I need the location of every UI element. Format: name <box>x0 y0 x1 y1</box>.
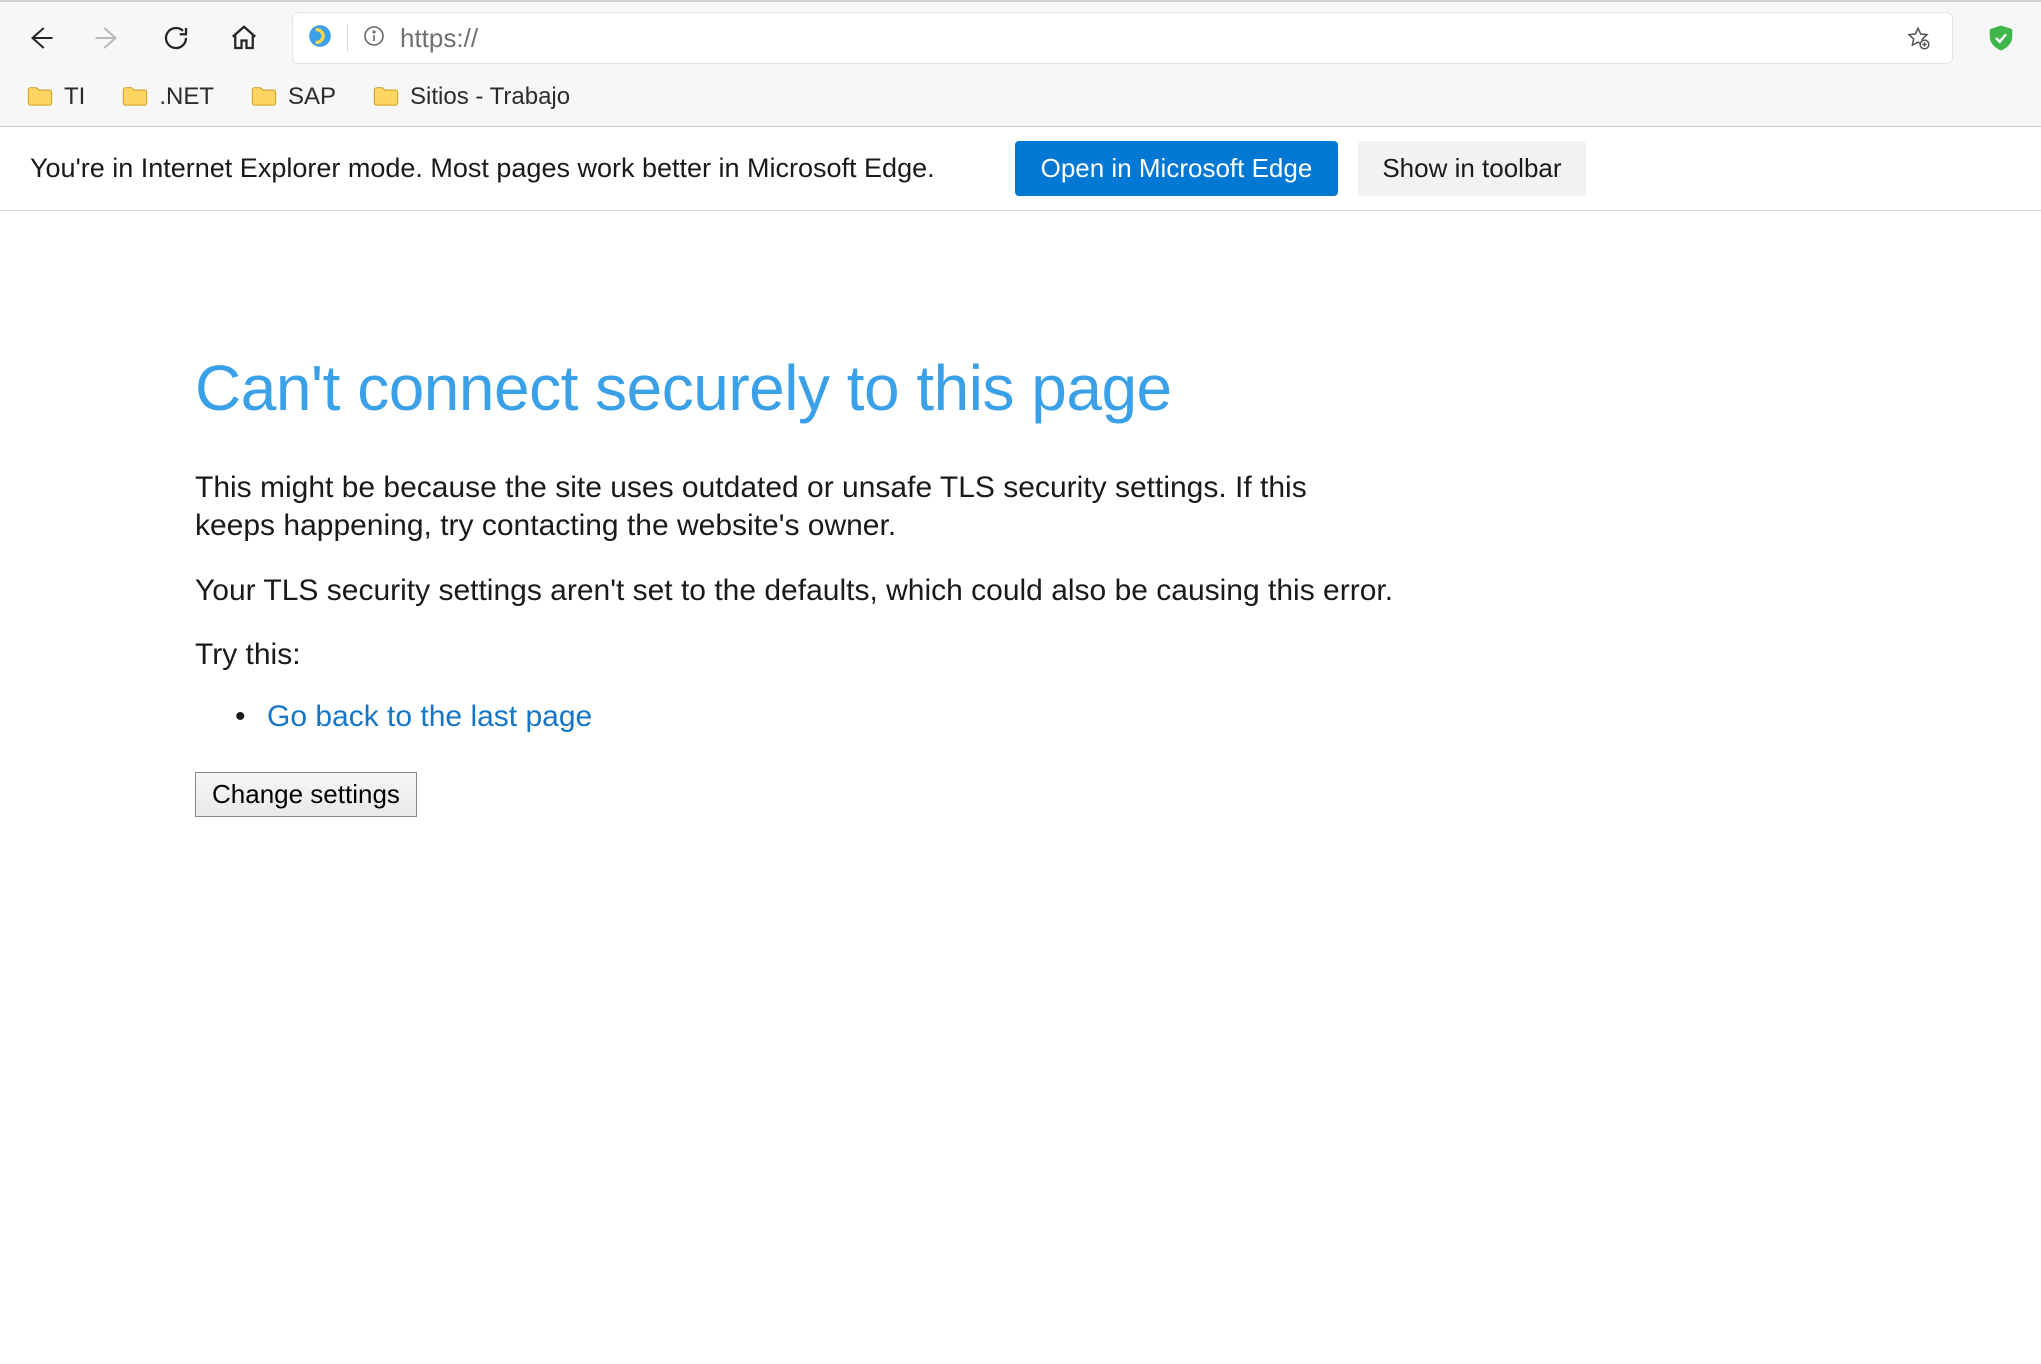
try-this-label: Try this: <box>195 638 1895 672</box>
bookmark-folder-sitios-trabajo[interactable]: Sitios - Trabajo <box>366 79 576 115</box>
bookmark-folder-ti[interactable]: TI <box>20 79 91 115</box>
add-favorite-icon[interactable] <box>1898 18 1938 58</box>
error-paragraph-2: Your TLS security settings aren't set to… <box>195 572 1395 610</box>
bookmark-folder-dotnet[interactable]: .NET <box>115 79 220 115</box>
change-settings-button[interactable]: Change settings <box>195 772 417 817</box>
page-content: Can't connect securely to this page This… <box>0 211 2041 817</box>
refresh-button[interactable] <box>156 18 196 58</box>
folder-icon <box>372 83 400 111</box>
ie-mode-notification-bar: You're in Internet Explorer mode. Most p… <box>0 127 2041 211</box>
back-button[interactable] <box>20 18 60 58</box>
go-back-link[interactable]: Go back to the last page <box>267 700 592 733</box>
bookmark-label: .NET <box>159 83 214 111</box>
suggestion-list: Go back to the last page <box>195 700 1895 734</box>
divider <box>347 24 348 52</box>
bookmarks-bar: TI .NET SAP Sitios - Trabajo <box>0 74 2041 126</box>
url-input[interactable] <box>400 23 1884 54</box>
suggestion-item: Go back to the last page <box>243 700 1895 734</box>
folder-icon <box>121 83 149 111</box>
ie-mode-message: You're in Internet Explorer mode. Most p… <box>30 153 935 184</box>
error-paragraph-1: This might be because the site uses outd… <box>195 469 1395 544</box>
error-title: Can't connect securely to this page <box>195 351 1895 425</box>
bookmark-label: TI <box>64 83 85 111</box>
home-button[interactable] <box>224 18 264 58</box>
bookmark-folder-sap[interactable]: SAP <box>244 79 342 115</box>
ie-mode-icon <box>307 23 333 54</box>
bookmark-label: SAP <box>288 83 336 111</box>
folder-icon <box>250 83 278 111</box>
toolbar <box>0 2 2041 74</box>
folder-icon <box>26 83 54 111</box>
browser-chrome: TI .NET SAP Sitios - Trabajo <box>0 0 2041 127</box>
address-bar[interactable] <box>292 12 1953 64</box>
open-in-edge-button[interactable]: Open in Microsoft Edge <box>1015 141 1339 196</box>
adguard-shield-icon[interactable] <box>1981 18 2021 58</box>
show-in-toolbar-button[interactable]: Show in toolbar <box>1358 141 1585 196</box>
bookmark-label: Sitios - Trabajo <box>410 83 570 111</box>
forward-button[interactable] <box>88 18 128 58</box>
info-icon[interactable] <box>362 24 386 53</box>
